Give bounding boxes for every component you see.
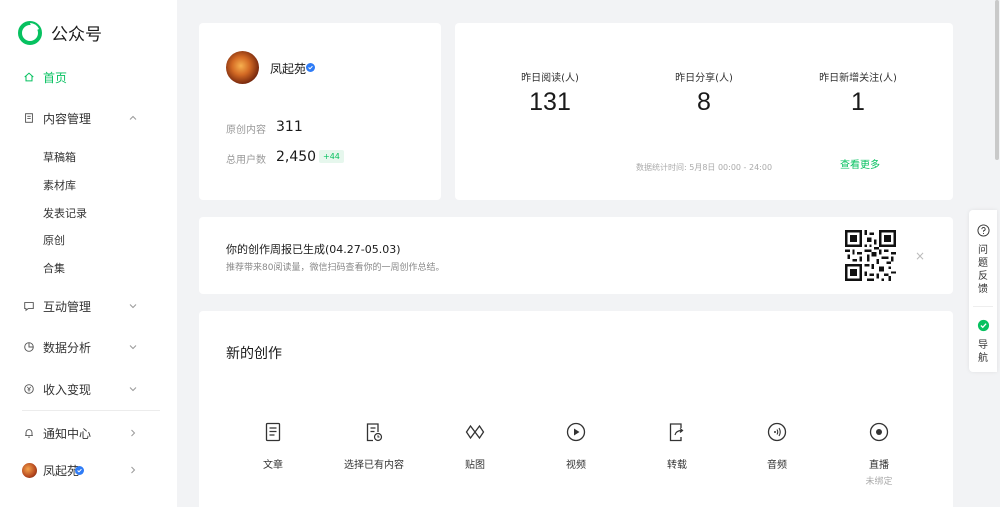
weekly-report-banner: 你的创作周报已生成(04.27-05.03) 推荐带来80阅读量，微信扫码查看你…: [199, 217, 953, 294]
users-delta-badge: +44: [319, 150, 344, 163]
metric-value: 1: [851, 88, 865, 116]
sidebar-item-label: 收入变现: [43, 382, 92, 397]
chevron-down-icon: [129, 387, 137, 392]
stats-card: 昨日阅读(人) 131 昨日分享(人) 8 昨日新增关注(人) 1 数据统计时间…: [455, 23, 953, 200]
floating-help-panel: 问题反馈 导航: [969, 210, 997, 372]
chevron-up-icon: [129, 115, 137, 120]
chevron-down-icon: [129, 304, 137, 309]
metric-value: 8: [697, 88, 711, 116]
total-users-label: 总用户数: [226, 155, 266, 166]
sidebar-subitem-drafts[interactable]: 草稿箱: [43, 149, 76, 165]
tool-label: 选择已有内容: [344, 460, 404, 471]
audio-icon: [767, 422, 787, 442]
article-icon: [265, 422, 281, 442]
tool-label: 视频: [566, 460, 586, 471]
sidebar-item-account[interactable]: 凤起苑: [0, 456, 160, 484]
chevron-right-icon: [131, 429, 136, 437]
sidebar-item-notifications[interactable]: 通知中心: [0, 419, 160, 447]
yen-icon: [22, 382, 36, 396]
image-post-icon: [465, 424, 485, 440]
verified-icon: [306, 63, 315, 72]
report-title: 你的创作周报已生成(04.27-05.03): [226, 243, 401, 256]
close-icon[interactable]: ×: [915, 249, 925, 263]
metric-label: 昨日阅读(人): [521, 73, 579, 84]
live-unbound-status: 未绑定: [865, 477, 893, 487]
tool-label: 音频: [767, 460, 787, 471]
stats-time-note: 数据统计时间: 5月8日 00:00 - 24:00: [636, 163, 773, 172]
tool-label: 转载: [667, 460, 687, 471]
repost-icon: [669, 423, 684, 442]
video-icon: [566, 422, 586, 442]
original-content-label: 原创内容: [226, 125, 266, 136]
chevron-down-icon: [129, 345, 137, 350]
sidebar-subitem-materials[interactable]: 素材库: [43, 177, 76, 193]
original-content-value: 311: [276, 119, 303, 135]
logo[interactable]: 公众号: [18, 20, 102, 45]
new-creation-card: 新的创作 文章 选择已有内容 贴图 视频 转载 音频 直播 未绑定: [199, 311, 953, 507]
account-name: 凤起苑: [270, 62, 307, 76]
sidebar-item-home[interactable]: 首页: [0, 63, 160, 91]
live-icon: [869, 422, 889, 442]
tool-label: 贴图: [465, 460, 485, 471]
sidebar-item-label: 数据分析: [43, 340, 92, 355]
metric-value: 131: [529, 88, 571, 116]
create-live-button[interactable]: 直播 未绑定: [829, 421, 929, 487]
sidebar-item-label: 互动管理: [43, 299, 92, 314]
create-video-button[interactable]: 视频: [526, 421, 626, 471]
page-scrollbar[interactable]: [994, 0, 1000, 507]
sidebar-subitem-original[interactable]: 原创: [43, 232, 65, 248]
question-icon: [976, 224, 990, 237]
tool-label: 直播: [869, 460, 889, 471]
existing-content-icon: [366, 423, 383, 442]
avatar: [22, 463, 37, 478]
document-icon: [22, 111, 36, 125]
create-image-post-button[interactable]: 贴图: [425, 421, 525, 471]
total-users-value: 2,450: [276, 149, 317, 165]
verified-icon: [75, 466, 84, 475]
sidebar-item-content[interactable]: 内容管理: [0, 104, 160, 132]
sidebar-divider: [22, 410, 160, 411]
sidebar-item-analytics[interactable]: 数据分析: [0, 333, 160, 361]
metric-label: 昨日新增关注(人): [819, 73, 897, 84]
metric-shares: 昨日分享(人) 8: [634, 69, 774, 117]
sidebar-account-name: 凤起苑: [43, 463, 80, 478]
guide-button[interactable]: 导航: [969, 317, 997, 365]
comment-icon: [22, 299, 36, 313]
pie-chart-icon: [22, 340, 36, 354]
metric-label: 昨日分享(人): [675, 73, 733, 84]
section-title: 新的创作: [226, 346, 282, 362]
chevron-right-icon: [131, 466, 136, 474]
qr-code-icon: [845, 230, 896, 281]
sidebar-item-label: 内容管理: [43, 111, 92, 126]
sidebar-item-label: 首页: [43, 70, 68, 85]
profile-card: 凤起苑 原创内容 311 总用户数 2,450 +44: [199, 23, 441, 200]
feedback-label: 问题反馈: [978, 245, 988, 295]
guide-check-icon: [977, 319, 989, 332]
create-repost-button[interactable]: 转载: [627, 421, 727, 471]
sidebar-subitem-collections[interactable]: 合集: [43, 260, 65, 276]
see-more-link[interactable]: 查看更多: [840, 156, 880, 171]
scrollbar-thumb[interactable]: [995, 0, 999, 160]
create-audio-button[interactable]: 音频: [727, 421, 827, 471]
select-existing-content-button[interactable]: 选择已有内容: [324, 421, 424, 471]
guide-label: 导航: [978, 340, 988, 364]
logo-text: 公众号: [51, 25, 102, 45]
metric-new-follows: 昨日新增关注(人) 1: [788, 69, 928, 117]
sidebar-item-revenue[interactable]: 收入变现: [0, 375, 160, 403]
sidebar-item-interaction[interactable]: 互动管理: [0, 292, 160, 320]
bell-icon: [22, 426, 36, 440]
feedback-button[interactable]: 问题反馈: [969, 222, 997, 296]
home-icon: [22, 70, 36, 84]
sidebar-subitem-published[interactable]: 发表记录: [43, 205, 87, 221]
report-description: 推荐带来80阅读量，微信扫码查看你的一周创作总结。: [226, 263, 445, 273]
tool-label: 文章: [263, 460, 283, 471]
sidebar-item-label: 通知中心: [43, 426, 92, 441]
metric-reads: 昨日阅读(人) 131: [480, 69, 620, 117]
avatar[interactable]: [226, 51, 259, 84]
wechat-official-logo-icon: [18, 20, 42, 45]
sidebar: 公众号 首页 内容管理 草稿箱 素材库 发表记录 原创 合集 互动管理 数据分析: [0, 0, 177, 507]
panel-divider: [973, 306, 993, 307]
create-article-button[interactable]: 文章: [223, 421, 323, 471]
